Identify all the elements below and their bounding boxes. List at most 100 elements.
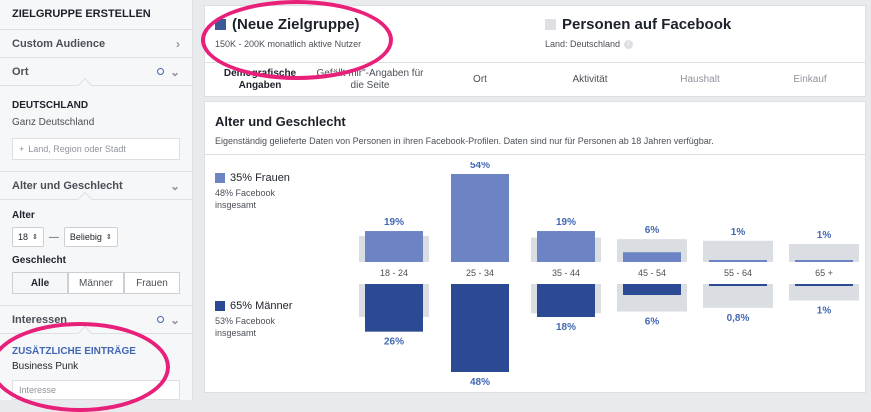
interest-placeholder: Interesse [19,385,57,395]
men-bar [537,284,595,317]
men-swatch [215,301,225,311]
women-data-label: 19% [384,217,404,228]
men-label: 65% Männer [230,300,293,312]
audience-insights-main: (Neue Zielgruppe) 150K - 200K monatlich … [204,5,866,393]
chevron-down-icon[interactable]: ⌄ [170,179,180,193]
men-bar [365,284,423,332]
gender-men-button[interactable]: Männer [68,272,124,294]
country-name: DEUTSCHLAND [12,100,89,111]
panel-description: Eigenständig gelieferte Daten von Person… [215,136,714,146]
gender-all-button[interactable]: Alle [12,272,68,294]
age-max-select[interactable]: Beliebig ⇕ [63,227,118,247]
men-legend: 65% Männer 53% Facebook insgesamt [215,300,305,339]
gender-women-button[interactable]: Frauen [124,272,180,294]
men-data-label: 48% [470,377,490,388]
men-data-label: 1% [817,306,832,317]
women-bar [537,231,595,262]
interests-label: Interessen [12,313,68,326]
chevron-down-icon[interactable]: ⌄ [170,313,180,327]
facebook-women-bar [703,240,773,262]
custom-audience-label: Custom Audience [12,37,106,50]
men-bar [795,284,853,286]
age-gender-panel: Alter und Geschlecht Eigenständig gelief… [204,101,866,393]
location-block: DEUTSCHLAND Ganz Deutschland + Land, Reg… [0,77,192,172]
men-data-label: 18% [556,322,576,333]
insights-tabs: Demografische Angaben Gefällt mir"-Angab… [204,63,866,97]
country-scope: Ganz Deutschland [12,117,95,128]
tab-purchase[interactable]: Einkauf [755,63,865,96]
age-separator: — [48,231,59,243]
age-label: Alter [12,210,35,221]
extra-entries-title: ZUSÄTZLICHE EINTRÄGE [12,346,136,357]
women-bar [795,260,853,262]
panel-divider [205,154,865,155]
facebook-men-bar [703,284,773,308]
men-sub: 53% Facebook insgesamt [215,316,276,338]
tab-household[interactable]: Haushalt [645,63,755,96]
interests-block: ZUSÄTZLICHE EINTRÄGE Business Punk Inter… [0,325,192,408]
men-bar [451,284,509,372]
women-sub: 48% Facebook insgesamt [215,188,276,210]
audience-sidebar: ZIELGRUPPE ERSTELLEN Custom Audience › O… [0,0,193,400]
age-tick-label: 55 - 64 [724,268,752,278]
facebook-color-swatch [545,19,556,30]
gender-label: Geschlecht [12,255,66,266]
men-data-label: 26% [384,337,404,348]
age-min-value: 18 [18,232,29,242]
audience-summary: (Neue Zielgruppe) 150K - 200K monatlich … [204,5,866,63]
age-min-select[interactable]: 18 ⇕ [12,227,44,247]
women-swatch [215,173,225,183]
women-data-label: 19% [556,217,576,228]
age-gender-chart: 19% 26% 18 - 24 54% 48% 25 - 34 19% 18% 35 - 44 6… [345,162,861,388]
women-data-label: 1% [731,227,746,238]
women-bar [709,260,767,262]
interest-item: Business Punk [12,361,79,372]
men-bar [623,284,681,295]
age-tick-label: 65 + [815,268,833,278]
audience-color-swatch [215,19,226,30]
compare-country: Land: Deutschland [545,39,621,49]
audience-size: 150K - 200K monatlich aktive Nutzer [215,39,362,49]
chevron-right-icon: › [176,36,180,51]
status-dot-icon [156,316,164,323]
interest-search-input[interactable]: Interesse [12,380,180,400]
custom-audience-row[interactable]: Custom Audience › [0,30,192,58]
audience-title: (Neue Zielgruppe) [232,16,360,33]
interests-section-header[interactable]: Interessen ⌄ [0,306,192,334]
select-arrows-icon: ⇕ [105,234,112,241]
men-bar [709,284,767,286]
location-section-header[interactable]: Ort ⌄ [0,58,192,86]
women-legend: 35% Frauen 48% Facebook insgesamt [215,172,305,211]
women-bar [623,252,681,262]
tab-activity[interactable]: Aktivität [535,63,645,96]
tab-page-likes[interactable]: Gefällt mir"-Angaben für die Seite [315,63,425,96]
location-search-input[interactable]: + Land, Region oder Stadt [12,138,180,160]
facebook-men-bar [789,284,859,301]
women-data-label: 1% [817,230,832,241]
women-bar [365,231,423,262]
women-label: 35% Frauen [230,172,290,184]
women-data-label: 54% [470,162,490,171]
select-arrows-icon: ⇕ [32,234,38,241]
plus-icon: + [19,144,25,154]
age-gender-block: Alter 18 ⇕ — Beliebig ⇕ Geschlecht Alle Mä… [0,191,192,306]
gender-toggle: Alle Männer Frauen [12,272,180,294]
panel-title: Alter und Geschlecht [215,114,346,129]
chevron-down-icon[interactable]: ⌄ [170,65,180,79]
info-icon[interactable]: i [624,39,634,49]
tab-location[interactable]: Ort [425,63,535,96]
age-tick-label: 18 - 24 [380,268,408,278]
facebook-women-bar [789,244,859,262]
compare-title: Personen auf Facebook [562,16,732,33]
age-tick-label: 45 - 54 [638,268,666,278]
men-data-label: 6% [645,317,660,328]
age-tick-label: 25 - 34 [466,268,494,278]
sidebar-title: ZIELGRUPPE ERSTELLEN [0,0,192,30]
age-gender-section-header[interactable]: Alter und Geschlecht ⌄ [0,172,192,200]
tab-demographics[interactable]: Demografische Angaben [205,63,315,96]
status-dot-icon [156,68,164,75]
location-placeholder: Land, Region oder Stadt [28,144,126,154]
age-axis-band [345,262,861,284]
age-tick-label: 35 - 44 [552,268,580,278]
age-gender-label: Alter und Geschlecht [12,179,123,192]
